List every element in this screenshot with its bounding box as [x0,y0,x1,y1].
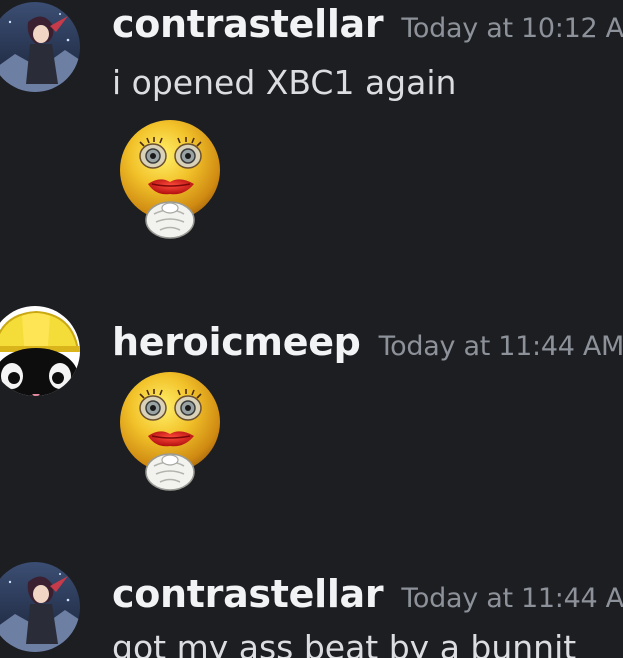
message-text: i opened XBC1 again [112,63,457,102]
message-group: heroicmeep Today at 11:44 AM [0,300,623,520]
message-header: heroicmeep Today at 11:44 AM [112,320,623,364]
message-header: contrastellar Today at 11:44 AM [112,572,623,616]
anime-girl-avatar-icon[interactable] [0,2,80,92]
chat-message-list: contrastellar Today at 10:12 AM i opened … [0,0,623,658]
username[interactable]: heroicmeep [112,320,361,364]
black-cat-hardhat-avatar-icon[interactable] [0,306,80,396]
anime-girl-avatar-icon[interactable] [0,562,80,652]
message-text: got my ass beat by a bunnit [112,628,577,658]
flirty-smiley-emoji-icon[interactable] [118,118,234,246]
timestamp: Today at 11:44 AM [401,583,623,614]
timestamp: Today at 10:12 AM [401,13,623,44]
timestamp: Today at 11:44 AM [378,331,623,362]
username[interactable]: contrastellar [112,2,384,46]
message-group: contrastellar Today at 10:12 AM i opened … [0,0,623,260]
username[interactable]: contrastellar [112,572,384,616]
message-header: contrastellar Today at 10:12 AM [112,2,623,46]
flirty-smiley-emoji-icon[interactable] [118,370,234,498]
message-group: contrastellar Today at 11:44 AM got my as… [0,560,623,658]
